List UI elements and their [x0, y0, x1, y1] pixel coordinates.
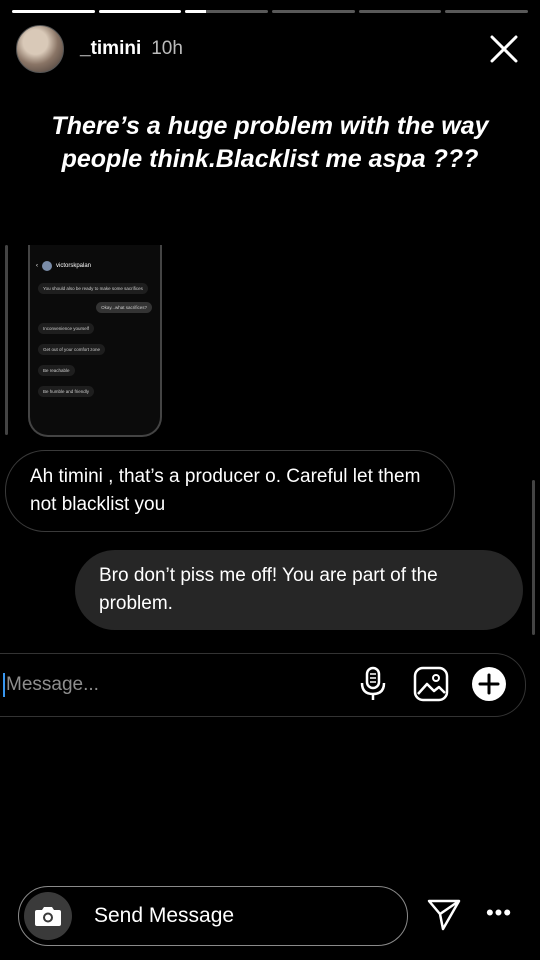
send-message-input[interactable]: Send Message	[94, 904, 234, 928]
time-ago: 10h	[151, 38, 183, 59]
screenshot-message: Inconvenience yourself	[38, 323, 95, 334]
outgoing-message-bubble: Bro don’t piss me off! You are part of t…	[75, 550, 523, 630]
message-composer: Message...	[0, 653, 526, 717]
screenshot-header: ‹ victorskpalan	[36, 261, 154, 271]
embedded-screenshot: ‹ victorskpalan You should also be ready…	[28, 245, 162, 437]
progress-segment	[98, 10, 182, 13]
microphone-icon[interactable]	[355, 666, 391, 702]
close-icon[interactable]	[488, 33, 520, 65]
text-cursor	[3, 673, 5, 697]
progress-segment	[12, 10, 95, 13]
composer-actions	[355, 666, 507, 702]
avatar[interactable]	[16, 25, 64, 73]
screenshot-message: Be reachable	[38, 365, 75, 376]
more-options-icon[interactable]: •••	[485, 900, 513, 930]
send-message-bar[interactable]: Send Message	[18, 886, 408, 946]
progress-segment	[445, 10, 529, 13]
screenshot-contact: victorskpalan	[56, 263, 92, 269]
progress-segment	[358, 10, 442, 13]
story-progress-bar	[12, 10, 529, 13]
gallery-icon[interactable]	[413, 666, 449, 702]
back-icon: ‹	[36, 263, 38, 269]
story-header: _timini 10h	[16, 25, 524, 73]
screenshot-message: Be humble and friendly	[38, 386, 95, 397]
scrollbar	[532, 480, 535, 635]
username[interactable]: _timini	[80, 38, 141, 60]
progress-segment	[272, 10, 355, 13]
story-caption: There’s a huge problem with the way peop…	[51, 112, 489, 173]
incoming-message-bubble: Ah timini , that’s a producer o. Careful…	[5, 450, 455, 532]
screenshot-message: You should also be ready to make some sa…	[38, 283, 148, 294]
screenshot-message: Get out of your comfort zone	[38, 344, 106, 355]
scrollbar	[5, 245, 8, 435]
message-input[interactable]: Message...	[6, 674, 99, 696]
add-icon[interactable]	[471, 666, 507, 702]
screenshot-message: Okay...what sacrifices?	[96, 302, 152, 313]
camera-icon[interactable]	[24, 892, 72, 940]
share-icon[interactable]	[426, 896, 462, 932]
progress-segment	[185, 10, 269, 13]
avatar	[42, 261, 52, 271]
